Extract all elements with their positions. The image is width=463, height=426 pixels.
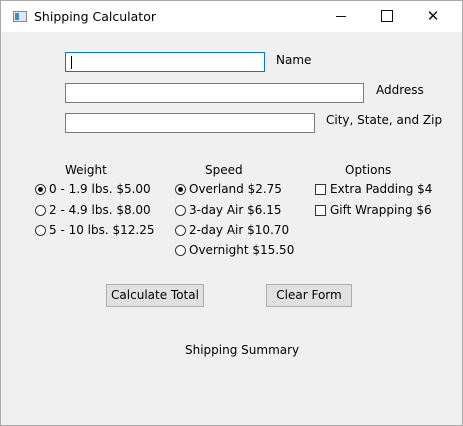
- weight-option-label: 2 - 4.9 lbs. $8.00: [49, 203, 151, 217]
- radio-icon: [35, 204, 46, 216]
- option-extra-padding[interactable]: Extra Padding $4: [315, 181, 432, 197]
- minimize-icon: [336, 16, 346, 17]
- option-gift-wrapping[interactable]: Gift Wrapping $6: [315, 202, 432, 218]
- main-window: Shipping Calculator ✕ Name Address City,…: [0, 0, 463, 426]
- checkbox-icon: [315, 183, 326, 195]
- shipping-summary-label: Shipping Summary: [185, 343, 300, 357]
- option-label: Extra Padding $4: [330, 182, 433, 196]
- checkbox-icon: [315, 204, 326, 216]
- maximize-button[interactable]: [364, 1, 410, 32]
- address-label: Address: [376, 83, 424, 97]
- clear-form-button[interactable]: Clear Form: [266, 284, 352, 307]
- city-state-zip-label: City, State, and Zip: [326, 113, 443, 127]
- text-caret: [71, 56, 72, 69]
- speed-option-label: 3-day Air $6.15: [189, 203, 282, 217]
- weight-option-label: 5 - 10 lbs. $12.25: [49, 223, 155, 237]
- speed-option-label: 2-day Air $10.70: [189, 223, 290, 237]
- weight-option-label: 0 - 1.9 lbs. $5.00: [49, 182, 151, 196]
- address-input[interactable]: [65, 83, 364, 103]
- radio-icon: [35, 224, 46, 236]
- close-icon: ✕: [426, 7, 440, 25]
- radio-checked-icon: [175, 183, 186, 195]
- speed-option-2[interactable]: 2-day Air $10.70: [175, 222, 289, 238]
- name-input[interactable]: [65, 52, 265, 72]
- minimize-button[interactable]: [318, 1, 364, 32]
- window-title: Shipping Calculator: [34, 9, 156, 24]
- speed-option-1[interactable]: 3-day Air $6.15: [175, 202, 282, 218]
- app-icon: [13, 11, 27, 22]
- speed-header: Speed: [205, 163, 243, 177]
- city-state-zip-input[interactable]: [65, 113, 315, 133]
- speed-option-0[interactable]: Overland $2.75: [175, 181, 282, 197]
- radio-checked-icon: [35, 183, 46, 195]
- maximize-icon: [381, 9, 393, 22]
- radio-icon: [175, 224, 186, 236]
- speed-option-label: Overnight $15.50: [189, 243, 295, 257]
- speed-option-3[interactable]: Overnight $15.50: [175, 242, 294, 258]
- weight-option-1[interactable]: 2 - 4.9 lbs. $8.00: [35, 202, 151, 218]
- radio-icon: [175, 204, 186, 216]
- options-header: Options: [345, 163, 392, 177]
- close-button[interactable]: ✕: [410, 1, 456, 32]
- calculate-total-button[interactable]: Calculate Total: [106, 284, 204, 307]
- title-bar[interactable]: Shipping Calculator ✕: [1, 1, 462, 32]
- radio-icon: [175, 244, 186, 256]
- option-label: Gift Wrapping $6: [330, 203, 432, 217]
- weight-header: Weight: [65, 163, 107, 177]
- name-label: Name: [276, 53, 312, 67]
- speed-option-label: Overland $2.75: [189, 182, 282, 196]
- weight-option-2[interactable]: 5 - 10 lbs. $12.25: [35, 222, 155, 238]
- weight-option-0[interactable]: 0 - 1.9 lbs. $5.00: [35, 181, 151, 197]
